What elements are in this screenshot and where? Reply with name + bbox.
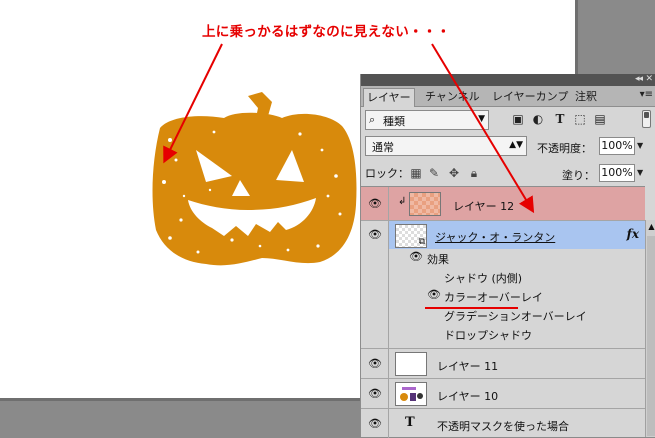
pixel-filter-icon[interactable]: ▣ xyxy=(511,112,525,126)
visibility-eye-icon[interactable]: 👁︎ xyxy=(426,289,442,301)
smart-object-filter-icon[interactable]: ▤ xyxy=(593,112,607,126)
layer-thumbnail xyxy=(409,192,441,216)
fill-dropdown-icon[interactable]: ▼ xyxy=(637,164,647,182)
filter-kind-select[interactable]: ⌕ 種類 ▼ xyxy=(365,110,489,130)
annotation-underline xyxy=(425,307,518,309)
halloween-thumbnail-art xyxy=(400,387,423,401)
layer-row[interactable]: 👁︎ レイヤー 10 xyxy=(361,379,645,409)
layer-thumbnail xyxy=(395,352,427,376)
chevron-down-icon: ▼ xyxy=(478,114,485,124)
opacity-label: 不透明度： xyxy=(537,142,592,155)
type-layer-icon: T xyxy=(405,415,415,430)
layer-name[interactable]: レイヤー 10 xyxy=(437,388,498,404)
chevron-down-icon: ▲▼ xyxy=(509,140,523,150)
layer-row[interactable]: 👁︎ ⧉ ジャック・オ・ランタン fx 👁︎ 効果 シャドウ (内側) 👁︎ カ… xyxy=(361,221,645,349)
lock-label: ロック： xyxy=(365,167,409,180)
layer-name[interactable]: レイヤー 12 xyxy=(453,198,514,214)
visibility-eye-icon[interactable]: 👁︎ xyxy=(367,198,383,210)
smart-object-icon: ⧉ xyxy=(418,237,425,247)
visibility-eye-icon[interactable]: 👁︎ xyxy=(367,388,383,400)
clipping-arrow-icon: ↲ xyxy=(398,196,407,207)
annotation-text: 上に乗っかるはずなのに見えない・・・ xyxy=(202,24,451,40)
effect-item[interactable]: シャドウ (内側) xyxy=(444,270,522,286)
close-panel-icon[interactable]: ✕ xyxy=(645,73,653,86)
lock-position-icon[interactable]: ✥ xyxy=(447,166,461,180)
layer-name[interactable]: レイヤー 11 xyxy=(437,358,498,374)
filter-toggle[interactable] xyxy=(642,110,651,128)
tab-channels[interactable]: チャンネル xyxy=(422,88,483,106)
tab-layers[interactable]: レイヤー xyxy=(363,88,415,107)
fill-label: 塗り： xyxy=(562,169,595,182)
shape-filter-icon[interactable]: ⬚ xyxy=(573,112,587,126)
opacity-dropdown-icon[interactable]: ▼ xyxy=(637,137,647,155)
fx-icon[interactable]: fx xyxy=(627,227,639,241)
lock-all-icon[interactable]: 🔒︎ xyxy=(467,166,481,180)
layers-list: 👁︎ ↲ レイヤー 12 👁︎ ⧉ ジャック・オ・ランタン fx 👁︎ 効果 シ… xyxy=(361,186,645,438)
effect-item[interactable]: グラデーションオーバーレイ xyxy=(444,308,587,324)
blend-mode-select[interactable]: 通常 ▲▼ xyxy=(365,136,527,156)
effect-item[interactable]: ドロップシャドウ xyxy=(444,327,532,343)
effect-item[interactable]: カラーオーバーレイ xyxy=(444,289,543,305)
lock-brush-icon[interactable]: ✎ xyxy=(427,166,441,180)
tab-notes[interactable]: 注釈 xyxy=(572,88,600,106)
blend-mode-label: 通常 xyxy=(372,141,394,154)
layer-row[interactable]: 👁︎ レイヤー 11 xyxy=(361,349,645,379)
collapse-panel-icon[interactable]: ◂◂ xyxy=(635,72,643,86)
tab-layer-comps[interactable]: レイヤーカンプ xyxy=(489,88,571,106)
layer-row[interactable]: 👁︎ ↲ レイヤー 12 xyxy=(361,187,645,221)
filter-kind-label: 種類 xyxy=(383,115,405,128)
type-filter-icon[interactable]: T xyxy=(553,112,567,126)
layers-scrollbar[interactable]: ▲ xyxy=(645,220,655,437)
lock-transparent-icon[interactable]: ▦ xyxy=(409,166,423,180)
layer-name[interactable]: 不透明マスクを使った場合 xyxy=(437,418,569,434)
scroll-thumb[interactable] xyxy=(647,236,655,436)
layers-panel: ◂◂ ✕ レイヤー チャンネル レイヤーカンプ 注釈 ▾≡ ⌕ 種類 ▼ ▣ ◐… xyxy=(360,74,655,438)
adjustment-filter-icon[interactable]: ◐ xyxy=(531,112,545,126)
panel-menu-icon[interactable]: ▾≡ xyxy=(640,89,653,100)
visibility-eye-icon[interactable]: 👁︎ xyxy=(367,358,383,370)
layer-row[interactable]: 👁︎ T 不透明マスクを使った場合 xyxy=(361,409,645,438)
visibility-eye-icon[interactable]: 👁︎ xyxy=(408,251,424,263)
smart-object-thumbnail: ⧉ xyxy=(395,224,427,248)
layer-thumbnail xyxy=(395,382,427,406)
search-icon: ⌕ xyxy=(369,113,376,126)
scroll-up-icon[interactable]: ▲ xyxy=(646,222,655,231)
panel-tab-bar: レイヤー チャンネル レイヤーカンプ 注釈 ▾≡ xyxy=(361,86,655,107)
visibility-eye-icon[interactable]: 👁︎ xyxy=(367,418,383,430)
fill-field[interactable]: 100% xyxy=(599,164,635,182)
opacity-field[interactable]: 100% xyxy=(599,137,635,155)
visibility-eye-icon[interactable]: 👁︎ xyxy=(367,229,383,241)
effects-label[interactable]: 効果 xyxy=(427,251,449,267)
panel-title-bar: ◂◂ ✕ xyxy=(361,74,655,86)
layer-name[interactable]: ジャック・オ・ランタン xyxy=(435,229,555,245)
